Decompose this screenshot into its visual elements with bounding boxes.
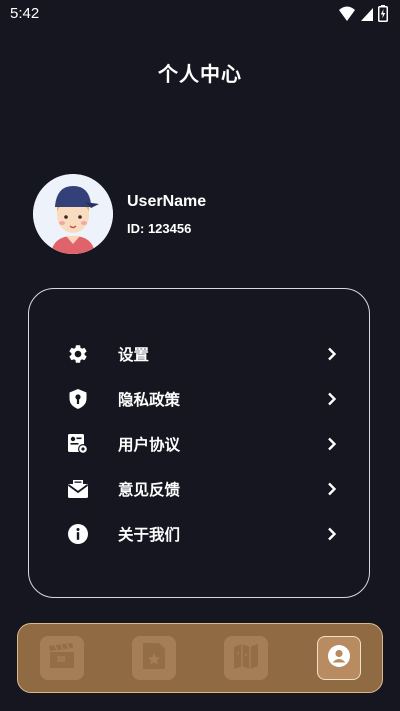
profile-header[interactable]: UserName ID: 123456 (33, 174, 206, 254)
map-icon (232, 642, 260, 674)
menu-item-label: 设置 (118, 346, 150, 364)
status-time: 5:42 (10, 5, 40, 22)
tab-clapperboard[interactable] (40, 636, 84, 680)
menu-item-label: 用户协议 (118, 436, 181, 454)
chevron-right-icon (327, 344, 337, 364)
profile-icon (327, 644, 351, 672)
menu-item-privacy-policy[interactable]: 隐私政策 (67, 386, 337, 412)
chevron-right-icon (327, 434, 337, 454)
menu-item-label: 隐私政策 (118, 391, 181, 409)
menu-item-about-us[interactable]: 关于我们 (67, 521, 337, 547)
menu-card: 设置 隐私政策 用户协议 意见反馈 关于我们 (28, 288, 370, 598)
avatar[interactable] (33, 174, 113, 254)
document-settings-icon (67, 433, 89, 455)
gear-icon (67, 343, 89, 365)
menu-item-feedback[interactable]: 意见反馈 (67, 476, 337, 502)
user-meta: UserName ID: 123456 (127, 193, 206, 236)
chevron-right-icon (327, 479, 337, 499)
status-icons (338, 5, 388, 26)
tab-profile[interactable] (317, 636, 361, 680)
user-id: ID: 123456 (127, 220, 192, 236)
battery-icon (378, 5, 388, 26)
page-title: 个人中心 (158, 62, 242, 86)
star-document-icon (141, 641, 167, 675)
shield-icon (67, 388, 89, 410)
chevron-right-icon (327, 389, 337, 409)
status-bar: 5:42 (0, 0, 400, 28)
signal-icon (360, 6, 374, 26)
clapperboard-icon (47, 642, 77, 674)
menu-item-user-agreement[interactable]: 用户协议 (67, 431, 337, 457)
wifi-icon (338, 6, 356, 26)
mail-icon (67, 478, 89, 500)
user-name: UserName (127, 192, 207, 210)
bottom-nav (17, 623, 383, 693)
menu-item-settings[interactable]: 设置 (67, 341, 337, 367)
info-icon (67, 523, 89, 545)
chevron-right-icon (327, 524, 337, 544)
menu-item-label: 关于我们 (118, 526, 181, 544)
tab-map[interactable] (224, 636, 268, 680)
tab-favorites[interactable] (132, 636, 176, 680)
menu-item-label: 意见反馈 (118, 481, 181, 499)
